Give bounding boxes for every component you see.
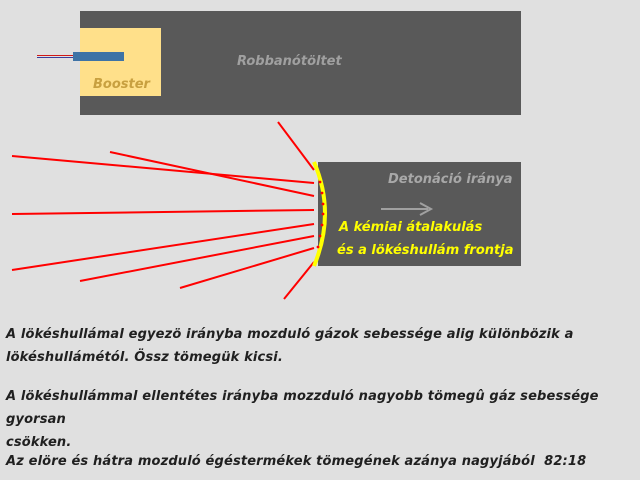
gas-ray	[109, 151, 315, 197]
direction-arrow	[381, 202, 434, 216]
gas-ray	[283, 261, 315, 300]
detonation-direction-label: Detonáció iránya	[388, 172, 513, 187]
backward-gas-rays	[11, 121, 315, 300]
gas-ray	[179, 247, 315, 289]
paragraph-mass-ratio: Az elöre és hátra mozduló égéstermékek t…	[6, 450, 636, 473]
gas-ray	[11, 209, 315, 215]
front-label-line2: és a lökéshullám frontja	[337, 243, 514, 258]
paragraph-line: lökéshullámétól. Össz tömegük kicsi.	[6, 350, 283, 365]
gas-ray	[277, 121, 315, 171]
paragraph-line: A lökéshullámmal ellentétes irányba mozz…	[6, 389, 599, 427]
front-dot	[320, 223, 324, 227]
gas-ray	[11, 223, 315, 271]
front-dot	[320, 191, 324, 195]
paragraph-backward-gases: A lökéshullámmal ellentétes irányba mozz…	[6, 385, 636, 454]
front-dot	[316, 245, 320, 249]
gas-ray	[11, 155, 315, 184]
front-label-line1: A kémiai átalakulás	[339, 220, 483, 235]
front-dot	[321, 202, 325, 206]
paragraph-line: A lökéshullámal egyezö irányba mozduló g…	[6, 327, 574, 342]
front-dot	[318, 234, 322, 238]
paragraph-line: Az elöre és hátra mozduló égéstermékek t…	[6, 454, 587, 469]
paragraph-forward-gases: A lökéshullámal egyezö irányba mozduló g…	[6, 323, 636, 369]
front-dot	[321, 212, 325, 216]
front-dot	[318, 180, 322, 184]
